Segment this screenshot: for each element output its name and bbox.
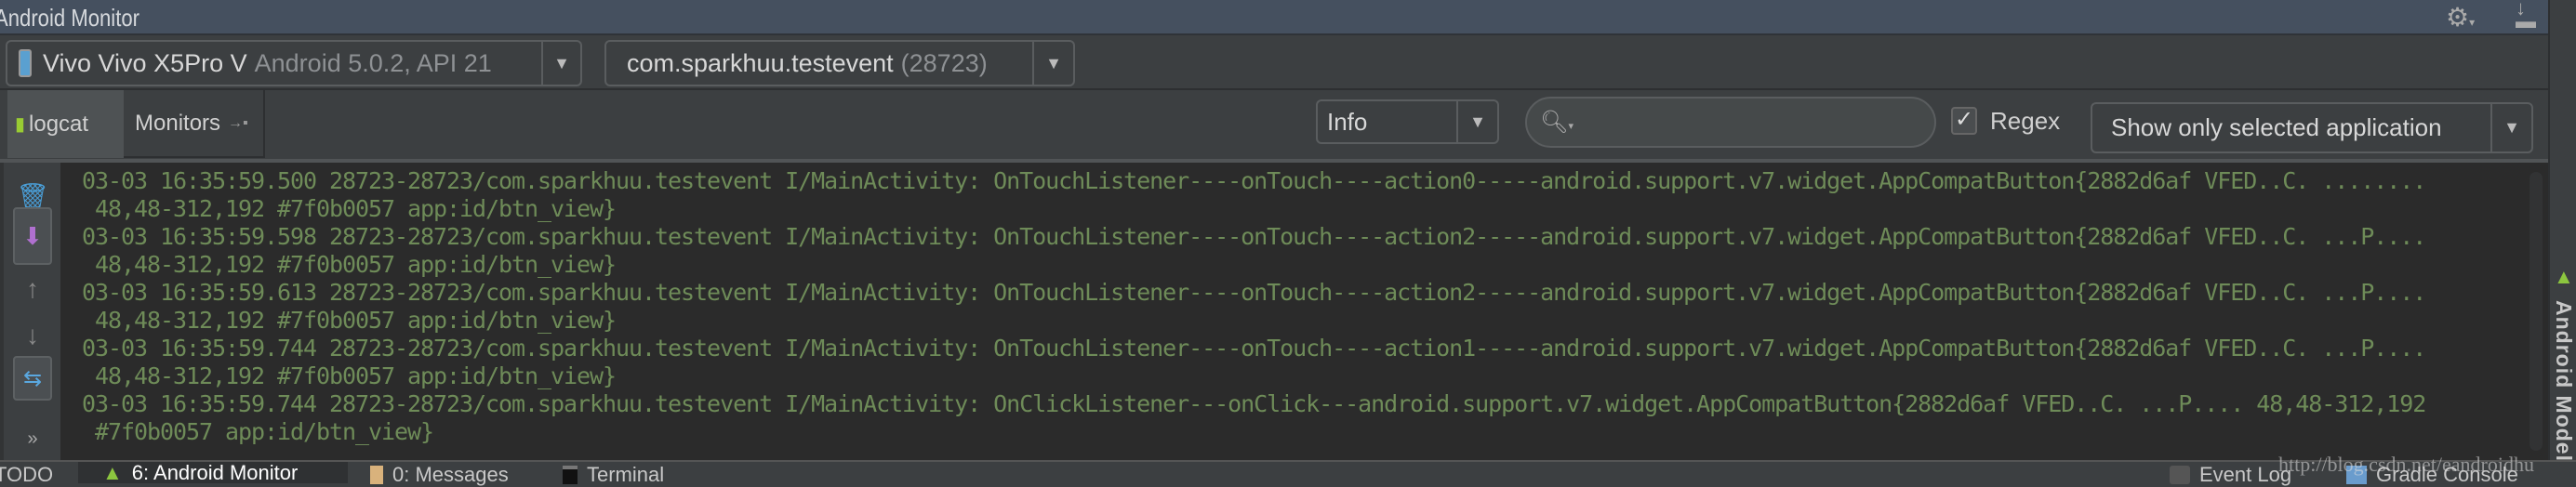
event-log-icon — [2170, 465, 2190, 484]
log-level-dropdown[interactable]: Info ▼ — [1316, 99, 1499, 144]
logcat-side-toolbar: 🗑︎ ⬇ ↑ ↓ ⇆ » — [0, 163, 60, 460]
regex-label[interactable]: Regex — [1990, 107, 2060, 136]
arrow-down-icon[interactable]: ↓ — [13, 319, 52, 352]
phone-icon — [19, 49, 32, 77]
chevron-down-icon[interactable]: ▼ — [1032, 42, 1073, 85]
messages-icon — [370, 465, 383, 484]
logcat-toolbar: ▮ logcat Monitors →▪ Info ▼ 🔍︎▾ ✓ Regex … — [0, 90, 2548, 163]
log-line: 03-03 16:35:59.613 28723-28723/com.spark… — [82, 279, 2426, 306]
tab-label: logcat — [29, 111, 89, 137]
filter-value: Show only selected application — [2111, 113, 2442, 141]
watermark: http://blog.csdn.net/eandroidhu — [2278, 453, 2534, 476]
gear-icon[interactable]: ⚙▾ — [2446, 2, 2475, 33]
log-line: 03-03 16:35:59.744 28723-28723/com.spark… — [82, 390, 2426, 417]
android-monitor-tab[interactable]: ▲ 6: Android Monitor — [78, 460, 348, 484]
tool-window-title-bar: Android Monitor ⚙▾ ↓ ▬ — [0, 0, 2548, 35]
log-line: 48,48-312,192 #7f0b0057 app:id/btn_view} — [82, 195, 617, 222]
search-icon[interactable]: 🔍︎▾ — [1540, 109, 1573, 136]
tab-logcat[interactable]: ▮ logcat — [7, 90, 124, 158]
android-icon: ▲ — [2554, 265, 2574, 288]
logcat-output[interactable]: 03-03 16:35:59.500 28723-28723/com.spark… — [60, 163, 2548, 460]
soft-wrap-button[interactable]: ⇆ — [13, 356, 52, 401]
scroll-to-end-button[interactable]: ⬇ — [13, 207, 52, 265]
log-line: 03-03 16:35:59.744 28723-28723/com.spark… — [82, 335, 2426, 362]
log-line: 03-03 16:35:59.598 28723-28723/com.spark… — [82, 223, 2426, 250]
process-dropdown[interactable]: com.sparkhuu.testevent (28723) ▼ — [604, 40, 1075, 86]
tab-label: Monitors — [135, 110, 221, 136]
search-field[interactable]: 🔍︎▾ — [1525, 97, 1936, 148]
terminal-icon — [563, 465, 578, 484]
log-line: 03-03 16:35:59.500 28723-28723/com.spark… — [82, 167, 2426, 194]
device-name: Vivo Vivo X5Pro V — [43, 48, 247, 77]
chevron-down-icon[interactable]: ▼ — [2490, 104, 2531, 151]
window-title: Android Monitor — [0, 4, 140, 32]
regex-checkbox[interactable]: ✓ — [1951, 107, 1977, 135]
device-row: Vivo Vivo X5Pro V Android 5.0.2, API 21 … — [0, 37, 2548, 90]
chevron-down-icon[interactable]: ▼ — [1456, 101, 1497, 142]
arrow-up-icon[interactable]: ↑ — [13, 272, 52, 306]
log-line: 48,48-312,192 #7f0b0057 app:id/btn_view} — [82, 307, 617, 334]
vertical-scrollbar[interactable] — [2530, 172, 2543, 451]
log-line: #7f0b0057 app:id/btn_view} — [82, 418, 434, 445]
bottom-tool-bar: TODO ▲ 6: Android Monitor 0: Messages Te… — [0, 460, 2576, 486]
pin-icon: →▪ — [228, 114, 248, 131]
device-detail: Android 5.0.2, API 21 — [254, 48, 492, 77]
tab-monitors[interactable]: Monitors →▪ — [124, 90, 265, 158]
todo-tab[interactable]: TODO — [0, 463, 53, 486]
event-log-tab[interactable]: Event Log — [2170, 463, 2291, 486]
terminal-tab[interactable]: Terminal — [563, 463, 664, 486]
search-input[interactable] — [1581, 110, 1916, 135]
log-line: 48,48-312,192 #7f0b0057 app:id/btn_view} — [82, 251, 617, 278]
more-icon[interactable]: » — [13, 425, 52, 453]
device-dropdown[interactable]: Vivo Vivo X5Pro V Android 5.0.2, API 21 … — [6, 40, 582, 86]
filter-dropdown[interactable]: Show only selected application ▼ — [2091, 102, 2533, 153]
log-lines: 03-03 16:35:59.500 28723-28723/com.spark… — [82, 167, 2426, 446]
android-monitor-label: 6: Android Monitor — [131, 460, 299, 484]
right-tool-strip: ▲ Android Model — [2548, 0, 2576, 483]
android-icon: ▲ — [102, 460, 123, 484]
log-line: 48,48-312,192 #7f0b0057 app:id/btn_view} — [82, 362, 617, 389]
hide-panel-icon[interactable]: ↓ ▬ — [2516, 0, 2536, 32]
logcat-icon: ▮ — [15, 114, 26, 135]
log-level-value: Info — [1327, 107, 1368, 136]
chevron-down-icon[interactable]: ▼ — [541, 42, 580, 85]
process-package: com.sparkhuu.testevent — [627, 48, 894, 77]
android-model-label: Android Model — [2552, 300, 2576, 462]
messages-tab[interactable]: 0: Messages — [370, 463, 509, 486]
android-model-tab[interactable]: ▲ Android Model — [2552, 265, 2576, 462]
process-pid: (28723) — [900, 48, 988, 77]
